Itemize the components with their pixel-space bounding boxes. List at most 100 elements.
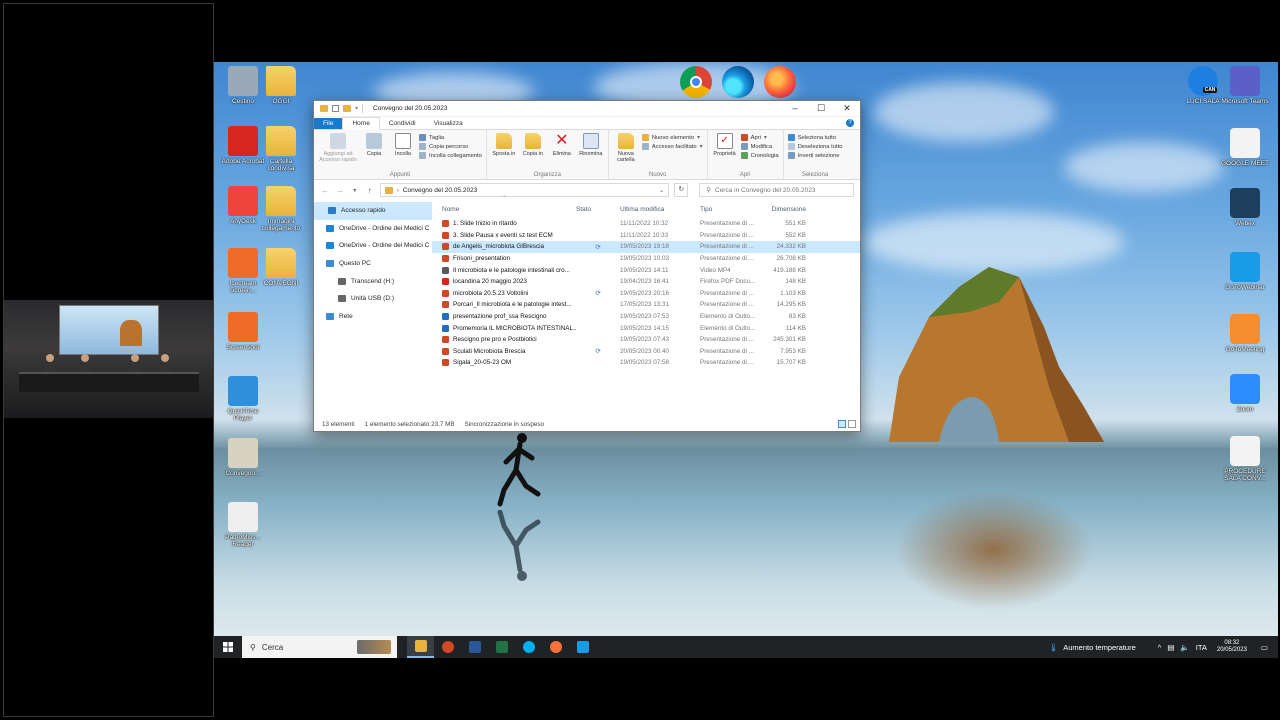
language-indicator[interactable]: ITA bbox=[1196, 643, 1207, 652]
tab-home[interactable]: Home bbox=[342, 117, 380, 130]
cut-button[interactable]: Taglia bbox=[419, 134, 482, 141]
desktop-icon-pathomiss-reader[interactable]: PathoMiss... Reader bbox=[218, 502, 268, 548]
pin-quick-access-button[interactable]: Aggiungi ad Accesso rapido bbox=[318, 133, 358, 169]
chevron-down-icon[interactable]: ⌄ bbox=[659, 186, 664, 194]
tab-file[interactable]: File bbox=[314, 118, 343, 129]
taskbar-firefox-button[interactable] bbox=[542, 636, 569, 658]
desktop-icon-zoom[interactable]: Zoom bbox=[1220, 374, 1270, 413]
chrome-icon[interactable] bbox=[680, 66, 712, 98]
desktop-icon-gotomeeting[interactable]: GoToMeeting bbox=[1220, 314, 1270, 353]
select-all-button[interactable]: Seleziona tutto bbox=[787, 134, 843, 141]
desktop[interactable]: Cestino OGGI Adobe Acrobat Cartella condivi… bbox=[214, 62, 1278, 658]
search-box[interactable]: ⚲ Cerca in Convegno del 20.05.2023 bbox=[699, 183, 855, 197]
desktop-icon-gotowebinar[interactable]: GoToWebinar bbox=[1220, 252, 1270, 291]
desktop-icon-webex[interactable]: Webex bbox=[1220, 188, 1270, 227]
help-icon[interactable]: ? bbox=[846, 119, 854, 127]
minimize-button[interactable]: – bbox=[782, 103, 808, 114]
history-button[interactable]: Cronologia bbox=[740, 152, 779, 159]
file-row[interactable]: 3. Slide Pausa x eventi sz test ECM 11/11… bbox=[432, 230, 860, 242]
large-icons-view-button[interactable] bbox=[848, 420, 856, 428]
column-type[interactable]: Tipo bbox=[700, 206, 766, 213]
column-modified[interactable]: Ultima modifica bbox=[620, 206, 700, 213]
delete-button[interactable]: ✕ Elimina bbox=[549, 133, 575, 169]
copy-to-button[interactable]: Copia in bbox=[520, 133, 546, 169]
firefox-icon[interactable] bbox=[764, 66, 796, 98]
quick-access-toolbar-icon[interactable] bbox=[332, 105, 339, 112]
desktop-icon-cartella-condivisa[interactable]: Cartella condivisa bbox=[256, 126, 306, 172]
edit-button[interactable]: Modifica bbox=[740, 143, 779, 150]
file-row[interactable]: presentazione prof_ssa Rescigno 19/05/202… bbox=[432, 311, 860, 323]
taskbar-gotowebinar-button[interactable] bbox=[569, 636, 596, 658]
nav-item-rete[interactable]: Rete bbox=[314, 308, 432, 326]
taskbar-explorer-button[interactable] bbox=[407, 636, 434, 658]
select-none-button[interactable]: Deseleziona tutto bbox=[787, 143, 842, 150]
properties-button[interactable]: ✓ Proprietà bbox=[712, 133, 738, 169]
file-row[interactable]: de Angelis_microbiota GIBrescia ⟳ 19/05/20… bbox=[432, 241, 860, 253]
desktop-icon-convegni[interactable]: CONVEGNI bbox=[256, 248, 306, 287]
recent-locations-icon[interactable]: ▾ bbox=[350, 187, 360, 194]
chevron-down-icon[interactable]: ▾ bbox=[355, 105, 358, 112]
tab-view[interactable]: Visualizza bbox=[425, 118, 472, 129]
desktop-icon-quicktime-player[interactable]: QuickTime Player bbox=[218, 376, 268, 422]
nav-item-onedrive-ordine-dei-medici-c[interactable]: OneDrive - Ordine dei Medici C bbox=[314, 237, 432, 255]
nav-item-questo-pc[interactable]: Questo PC bbox=[314, 255, 432, 273]
file-row[interactable]: Il microbiota e le patologie intestinali… bbox=[432, 264, 860, 276]
paste-button[interactable]: Incolla bbox=[390, 133, 416, 169]
column-name[interactable]: Nome bbox=[432, 206, 576, 213]
new-folder-icon[interactable] bbox=[343, 105, 351, 112]
desktop-icon-immagini-collegamento[interactable]: Immagini collegamento bbox=[256, 186, 306, 232]
invert-selection-button[interactable]: Inverti selezione bbox=[787, 152, 843, 159]
easy-access-button[interactable]: Accesso facilitato ▾ bbox=[641, 143, 703, 150]
paste-shortcut-button[interactable]: Incolla collegamento bbox=[419, 152, 482, 159]
taskbar-search[interactable]: ⚲ Cerca bbox=[242, 636, 397, 658]
start-button[interactable] bbox=[214, 636, 242, 658]
file-row[interactable]: microbiota 20.5.23 Voltolini ⟳ 19/05/2023 … bbox=[432, 288, 860, 300]
chevron-up-icon[interactable]: ^ bbox=[1158, 643, 1162, 652]
file-row[interactable]: Frisoni_presentation 19/05/2023 10:03 Pres… bbox=[432, 253, 860, 265]
desktop-icon-microsoft-teams[interactable]: Microsoft Teams bbox=[1220, 66, 1270, 105]
nav-item-accesso-rapido[interactable]: Accesso rapido bbox=[314, 202, 432, 220]
desktop-icon-procedure-sala-conv[interactable]: PROCEDURE SALA CONV... bbox=[1220, 436, 1270, 482]
file-row[interactable]: 1. Slide Inizio in ritardo 11/11/2022 10:… bbox=[432, 218, 860, 230]
forward-arrow-icon[interactable]: → bbox=[335, 186, 345, 195]
up-arrow-icon[interactable]: ↑ bbox=[365, 186, 375, 195]
edge-icon[interactable] bbox=[722, 66, 754, 98]
file-row[interactable]: Sculati Microbiota Brescia ⟳ 20/05/2023 00… bbox=[432, 346, 860, 358]
nav-item-onedrive-ordine-dei-medici-c[interactable]: OneDrive - Ordine dei Medici C bbox=[314, 220, 432, 238]
file-row[interactable]: Promemoria IL MICROBIOTA INTESTINAL... 19… bbox=[432, 322, 860, 334]
file-row[interactable]: locandina 20 maggio 2023 19/04/2023 16:41… bbox=[432, 276, 860, 288]
file-row[interactable]: Sigala_20-05-23 OM 19/05/2023 07:58 Presen… bbox=[432, 357, 860, 369]
new-item-button[interactable]: Nuovo elemento ▾ bbox=[641, 134, 703, 141]
taskbar-powerpoint-button[interactable] bbox=[434, 636, 461, 658]
address-bar[interactable]: › Convegno del 20.05.2023 ⌄ bbox=[379, 183, 670, 197]
maximize-button[interactable]: ☐ bbox=[808, 103, 834, 114]
file-explorer-window[interactable]: ▾ Convegno del 20.05.2023 – ☐ ✕ File Hom… bbox=[313, 100, 861, 432]
back-arrow-icon[interactable]: ← bbox=[320, 186, 330, 195]
taskbar-excel-button[interactable] bbox=[488, 636, 515, 658]
taskbar-skype-button[interactable] bbox=[515, 636, 542, 658]
column-size[interactable]: Dimensione bbox=[766, 206, 806, 213]
tab-share[interactable]: Condividi bbox=[380, 118, 425, 129]
desktop-icon-screenshot[interactable]: Screenshot bbox=[218, 312, 268, 351]
copy-button[interactable]: Copia bbox=[361, 133, 387, 169]
rename-button[interactable]: Rinomina bbox=[578, 133, 604, 169]
nav-item-unita-usb-d[interactable]: Unità USB (D:) bbox=[314, 290, 432, 308]
file-row[interactable]: Porcari_Il microbiota e le patologie int… bbox=[432, 299, 860, 311]
nav-item-transcend-h[interactable]: Transcend (H:) bbox=[314, 272, 432, 290]
window-titlebar[interactable]: ▾ Convegno del 20.05.2023 – ☐ ✕ bbox=[314, 101, 860, 117]
file-row[interactable]: Rescigno pre pro e Postbiotici 19/05/2023… bbox=[432, 334, 860, 346]
open-button[interactable]: Apri ▾ bbox=[740, 134, 779, 141]
network-icon[interactable]: ▤ bbox=[1167, 643, 1174, 652]
desktop-icon-oggi[interactable]: OGGI bbox=[256, 66, 306, 105]
details-view-button[interactable] bbox=[838, 420, 846, 428]
move-to-button[interactable]: Sposta in bbox=[491, 133, 517, 169]
column-status[interactable]: Stato bbox=[576, 206, 620, 213]
close-button[interactable]: ✕ bbox=[834, 103, 860, 114]
weather-widget[interactable]: 🌡 Aumento temperature bbox=[1049, 643, 1136, 652]
desktop-icon-convegno[interactable]: Convegno... bbox=[218, 438, 268, 477]
clock[interactable]: 08:32 20/05/2023 bbox=[1217, 640, 1247, 654]
copy-path-button[interactable]: Copia percorso bbox=[419, 143, 482, 150]
volume-icon[interactable]: 🔈 bbox=[1180, 643, 1189, 652]
new-folder-button[interactable]: Nuova cartella bbox=[613, 133, 639, 169]
refresh-button[interactable]: ↻ bbox=[674, 183, 689, 197]
